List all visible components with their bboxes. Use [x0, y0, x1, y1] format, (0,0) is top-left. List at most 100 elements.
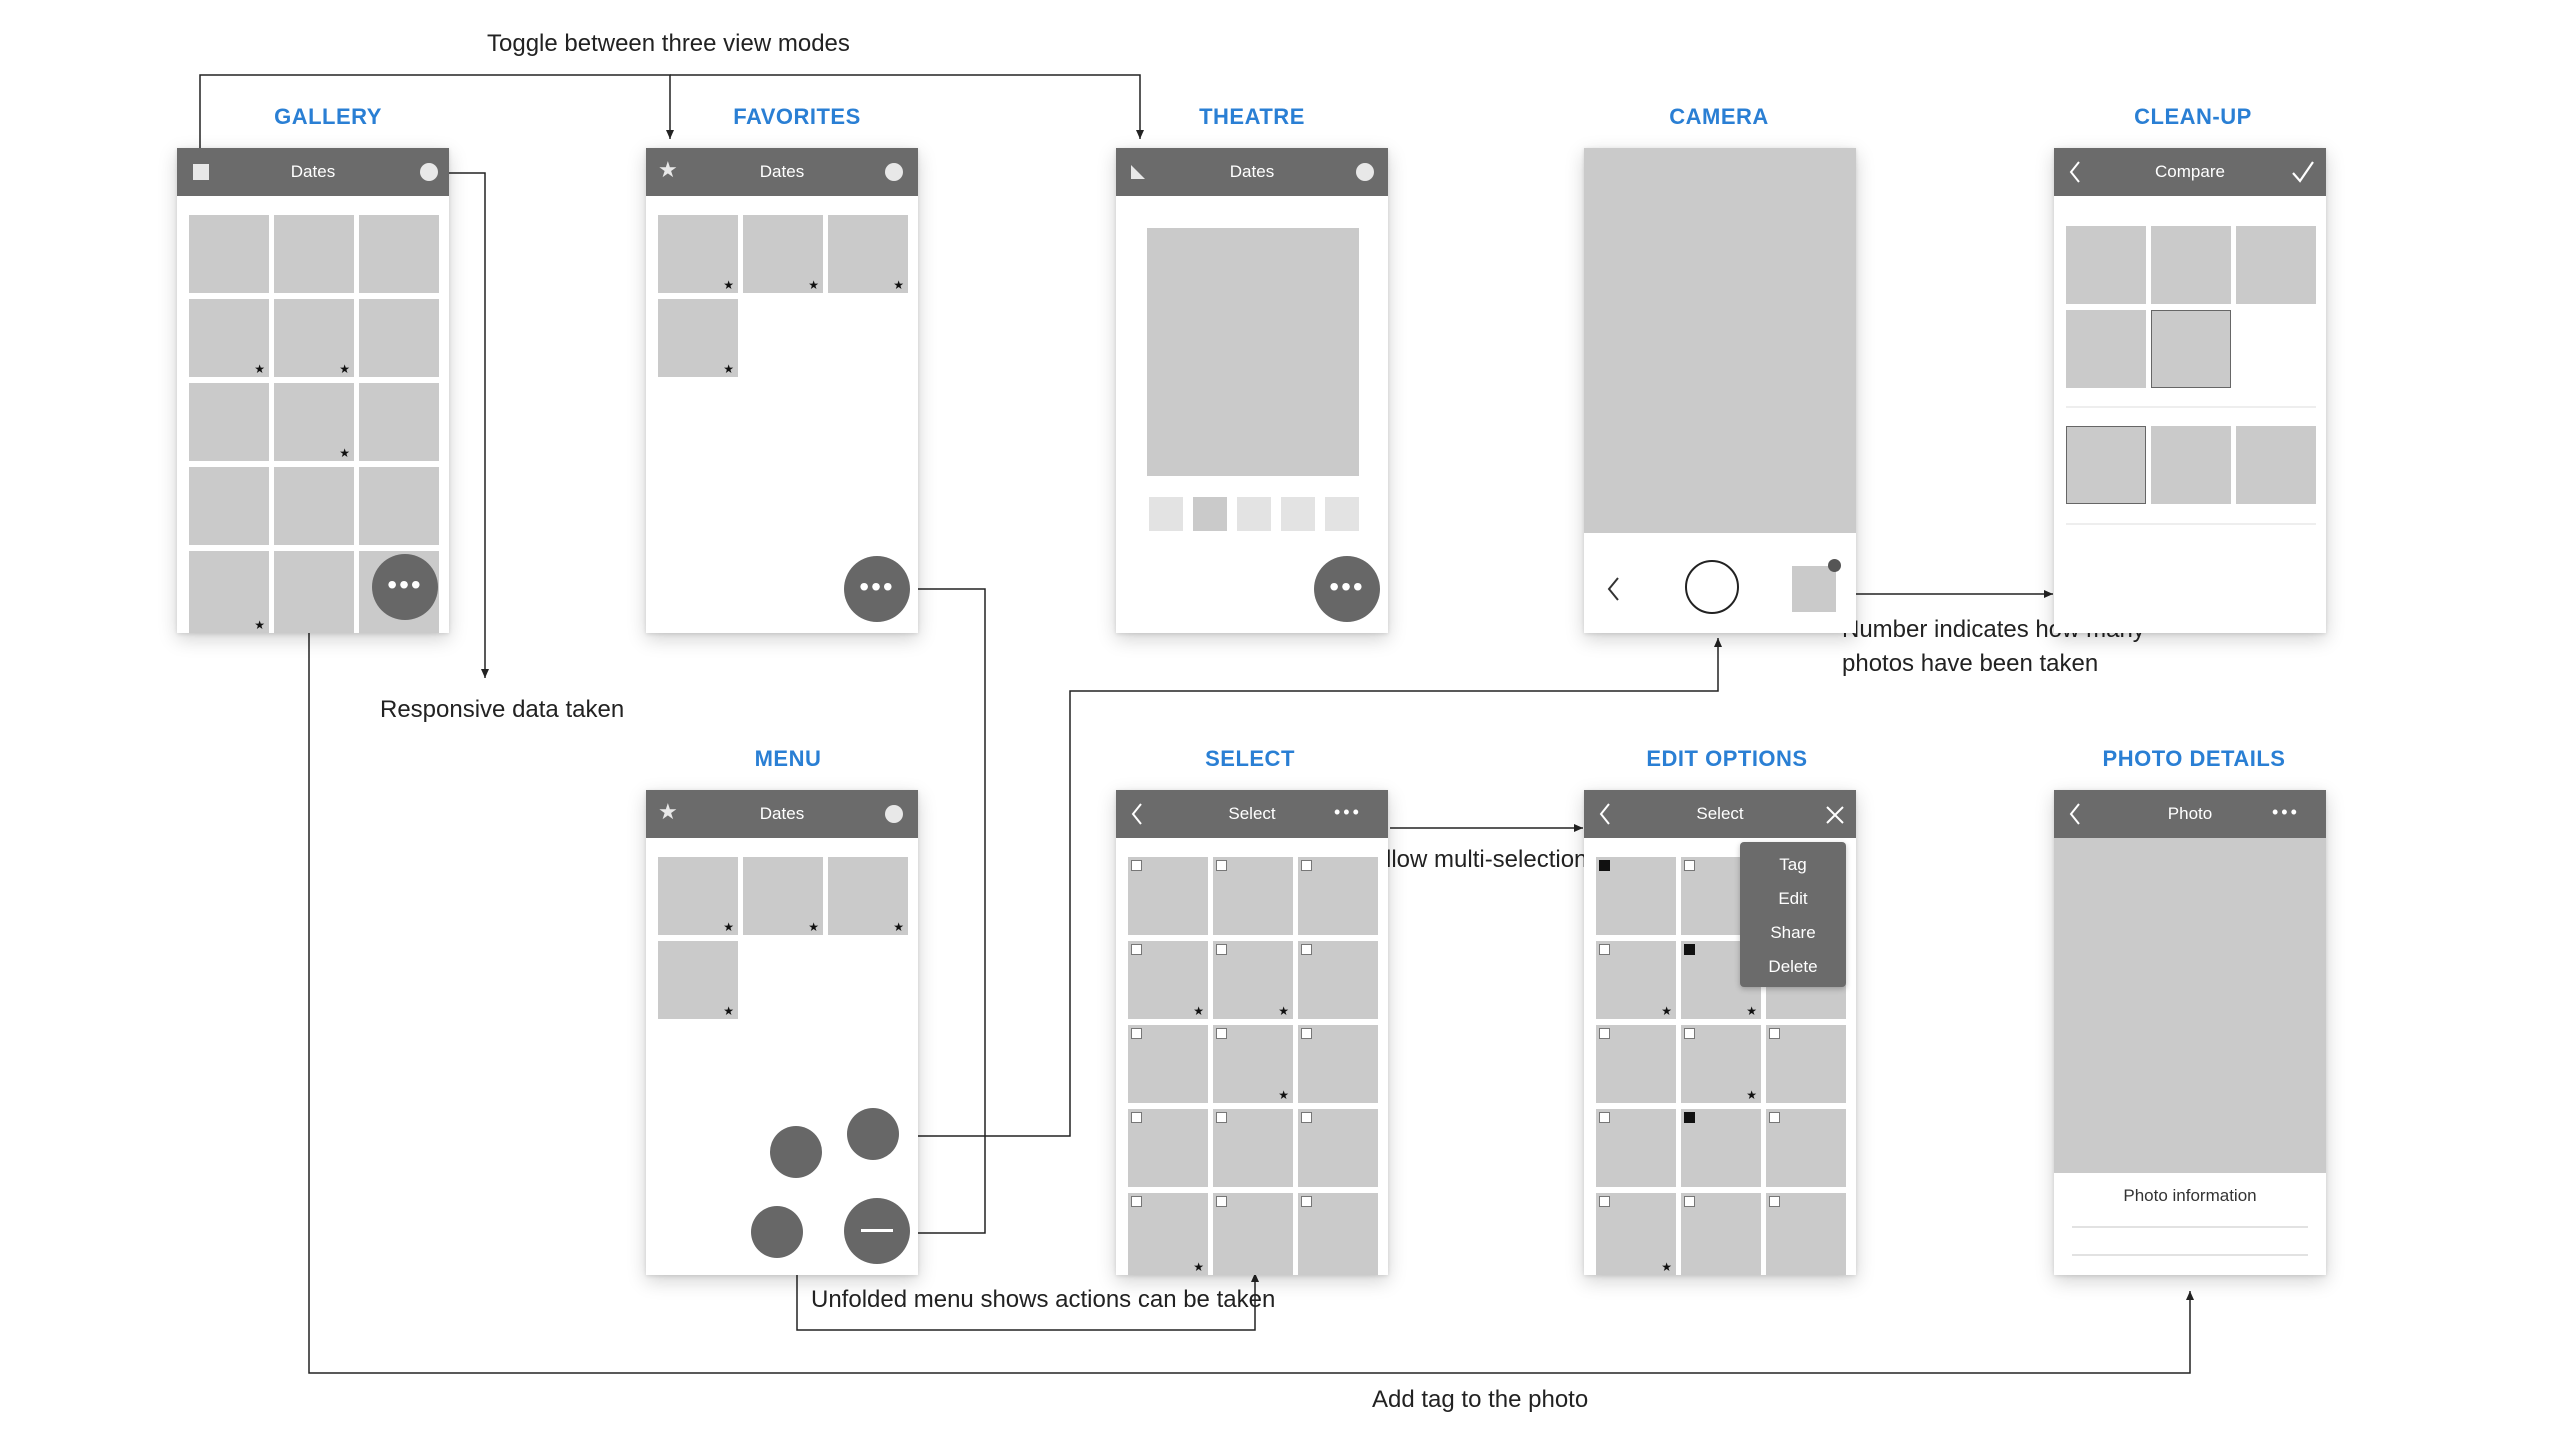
close-menu-fab-button[interactable] — [844, 1198, 910, 1264]
photo-tile[interactable]: ★ — [658, 215, 738, 293]
checkbox[interactable] — [1599, 944, 1610, 955]
photo-tile[interactable] — [189, 215, 269, 293]
photo-tile-selected[interactable] — [2151, 310, 2231, 388]
photo-tile[interactable] — [359, 299, 439, 377]
checkbox[interactable] — [1769, 1028, 1780, 1039]
checkbox[interactable] — [1684, 860, 1695, 871]
photo-tile[interactable]: ★ — [1213, 941, 1293, 1019]
photo-tile[interactable] — [189, 383, 269, 461]
profile-icon[interactable] — [885, 163, 903, 181]
checkmark-icon[interactable] — [2290, 159, 2316, 185]
photo-tile[interactable] — [2151, 226, 2231, 304]
large-photo[interactable] — [1147, 228, 1359, 476]
profile-icon[interactable] — [1356, 163, 1374, 181]
checkbox[interactable] — [1301, 1112, 1312, 1123]
checkbox[interactable] — [1216, 1112, 1227, 1123]
photo-tile[interactable]: ★ — [658, 857, 738, 935]
checkbox[interactable] — [1684, 1028, 1695, 1039]
photo-tile[interactable]: ★ — [828, 215, 908, 293]
menu-item-tag[interactable]: Tag — [1740, 848, 1846, 882]
photo-tile[interactable]: ★ — [1213, 1025, 1293, 1103]
bar-title[interactable]: Dates — [177, 148, 449, 196]
thumbnail[interactable] — [1281, 497, 1315, 531]
photo-tile[interactable] — [2066, 310, 2146, 388]
more-fab-button[interactable]: ••• — [844, 556, 910, 622]
photo-tile[interactable]: ★ — [1128, 1193, 1208, 1275]
checkbox[interactable] — [1216, 1028, 1227, 1039]
photo-tile[interactable]: ★ — [743, 857, 823, 935]
photo-tile[interactable] — [1298, 941, 1378, 1019]
photo-tile[interactable] — [1213, 1109, 1293, 1187]
photo-tile[interactable] — [1298, 1193, 1378, 1275]
photo-tile-selected[interactable] — [2066, 426, 2146, 504]
photo-tile[interactable]: ★ — [274, 299, 354, 377]
checkbox-checked[interactable] — [1684, 1112, 1695, 1123]
checkbox[interactable] — [1131, 1196, 1142, 1207]
checkbox[interactable] — [1216, 1196, 1227, 1207]
menu-item-share[interactable]: Share — [1740, 916, 1846, 950]
photo-tile[interactable] — [359, 467, 439, 545]
photo-tile[interactable] — [1596, 1109, 1676, 1187]
checkbox[interactable] — [1599, 1196, 1610, 1207]
menu-item-edit[interactable]: Edit — [1740, 882, 1846, 916]
thumbnail[interactable] — [1325, 497, 1359, 531]
checkbox[interactable] — [1301, 1028, 1312, 1039]
checkbox[interactable] — [1599, 1112, 1610, 1123]
photo-tile[interactable] — [1298, 1025, 1378, 1103]
more-icon[interactable]: ••• — [1334, 802, 1362, 823]
shutter-button[interactable] — [1685, 560, 1739, 614]
thumbnail[interactable] — [1149, 497, 1183, 531]
photo-tile[interactable]: ★ — [189, 551, 269, 633]
photo-tile[interactable] — [1128, 857, 1208, 935]
photo-tile[interactable] — [1681, 1193, 1761, 1275]
more-fab-button[interactable]: ••• — [1314, 556, 1380, 622]
checkbox-checked[interactable] — [1684, 944, 1695, 955]
photo-tile[interactable]: ★ — [828, 857, 908, 935]
thumbnail-selected[interactable] — [1193, 497, 1227, 531]
photo-tile[interactable] — [274, 467, 354, 545]
more-icon[interactable]: ••• — [2272, 802, 2300, 823]
photo-tile[interactable]: ★ — [189, 299, 269, 377]
profile-icon[interactable] — [885, 805, 903, 823]
bar-title[interactable]: Dates — [1116, 148, 1388, 196]
bar-title[interactable]: Dates — [646, 148, 918, 196]
photo-tile[interactable] — [1766, 1193, 1846, 1275]
photo-tile[interactable] — [189, 467, 269, 545]
photo-tile[interactable] — [274, 215, 354, 293]
checkbox[interactable] — [1769, 1196, 1780, 1207]
photo-tile[interactable]: ★ — [743, 215, 823, 293]
photo-preview[interactable] — [2054, 838, 2326, 1173]
photo-tile[interactable]: ★ — [1128, 941, 1208, 1019]
photo-tile[interactable] — [1213, 857, 1293, 935]
photo-tile[interactable]: ★ — [658, 299, 738, 377]
bar-title[interactable]: Dates — [646, 790, 918, 838]
photo-tile[interactable] — [1681, 1109, 1761, 1187]
photo-tile[interactable]: ★ — [1681, 1025, 1761, 1103]
photo-tile[interactable] — [2151, 426, 2231, 504]
checkbox[interactable] — [1599, 1028, 1610, 1039]
photo-tile[interactable] — [1128, 1025, 1208, 1103]
photo-tile[interactable] — [2066, 226, 2146, 304]
back-chevron-icon[interactable] — [1606, 576, 1622, 602]
checkbox-checked[interactable] — [1599, 860, 1610, 871]
checkbox[interactable] — [1684, 1196, 1695, 1207]
profile-icon[interactable] — [420, 163, 438, 181]
photo-tile[interactable] — [1596, 857, 1676, 935]
select-action-button[interactable] — [770, 1126, 822, 1178]
last-photo-thumbnail[interactable] — [1792, 566, 1836, 612]
checkbox[interactable] — [1216, 860, 1227, 871]
checkbox[interactable] — [1301, 1196, 1312, 1207]
checkbox[interactable] — [1131, 1112, 1142, 1123]
photo-tile[interactable] — [1766, 1109, 1846, 1187]
photo-tile[interactable] — [1766, 1025, 1846, 1103]
photo-tile[interactable]: ★ — [274, 383, 354, 461]
thumbnail[interactable] — [1237, 497, 1271, 531]
menu-action-button[interactable] — [751, 1206, 803, 1258]
photo-tile[interactable]: ★ — [1596, 941, 1676, 1019]
photo-tile[interactable] — [274, 551, 354, 633]
photo-tile[interactable] — [1596, 1025, 1676, 1103]
photo-tile[interactable] — [1128, 1109, 1208, 1187]
photo-tile[interactable] — [359, 215, 439, 293]
photo-tile[interactable] — [1298, 857, 1378, 935]
photo-tile[interactable] — [2236, 226, 2316, 304]
